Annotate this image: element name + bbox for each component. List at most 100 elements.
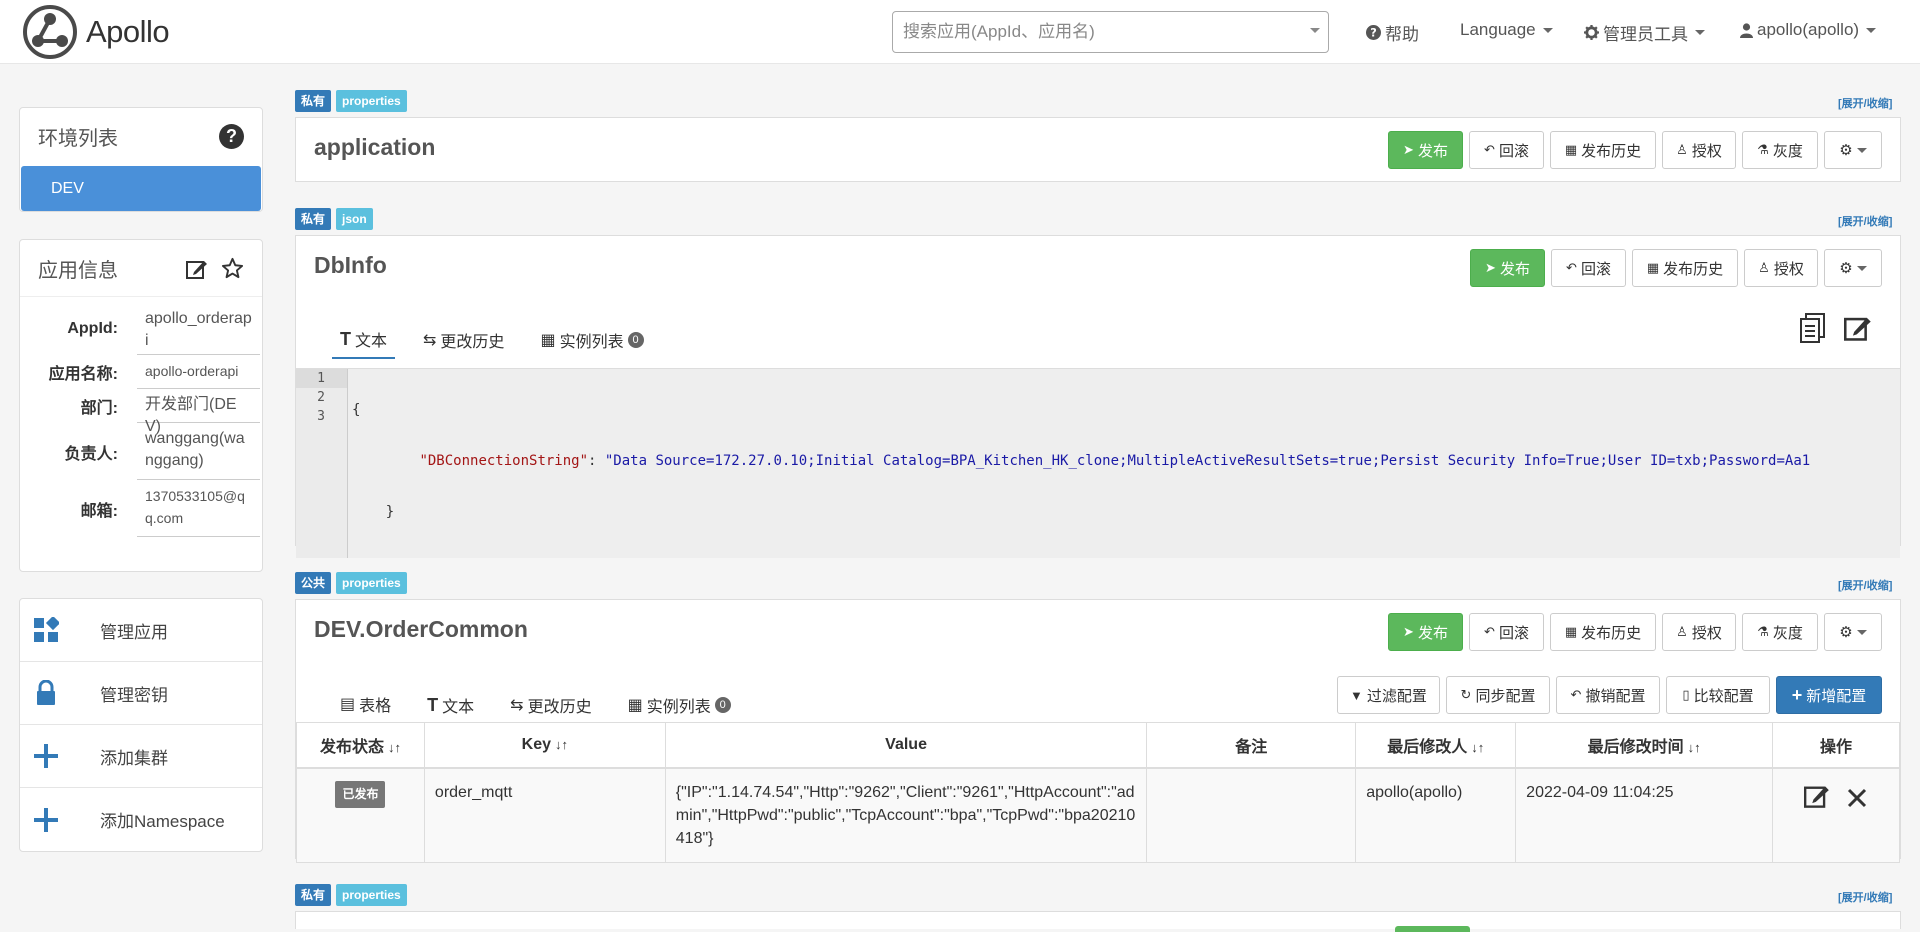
rollback-button[interactable]: ↶ 回滚	[1469, 131, 1544, 169]
app-search-input[interactable]	[893, 12, 1283, 52]
tab-change-history[interactable]: ⇆ 更改历史	[502, 692, 599, 724]
publish-history-label: 发布历史	[1581, 142, 1642, 160]
publish-history-button[interactable]: ▦ 发布历史	[1632, 249, 1738, 287]
user-dropdown[interactable]: apollo(apollo)	[1740, 20, 1877, 40]
menu-manage-secret[interactable]: 管理密钥	[20, 662, 262, 725]
tab-instance-list[interactable]: ▦ 实例列表 0	[620, 692, 739, 724]
compare-config-label: 比较配置	[1693, 687, 1754, 705]
star-favorite-icon[interactable]	[221, 257, 244, 280]
document-icon: ▯	[1682, 687, 1690, 702]
top-navbar: Apollo ? 帮助 Language 管理员工具 apollo(apollo…	[0, 0, 1920, 64]
expand-collapse-link[interactable]: [展开/收缩]	[1838, 95, 1892, 111]
editor-gutter: 1 2 3	[296, 369, 348, 558]
publish-button[interactable]: ➤ 发布	[1388, 613, 1463, 651]
gray-release-button[interactable]: ⚗ 灰度	[1742, 131, 1818, 169]
namespace-actions: ➤ 发布 ↶ 回滚 ▦ 发布历史 ♙ 授权 ⚗ 灰度 ⚙	[1388, 613, 1882, 651]
undo-icon: ↶	[1566, 260, 1577, 275]
tab-text-label: 文本	[442, 699, 475, 716]
menu-manage-app[interactable]: 管理应用	[20, 599, 262, 662]
user-caret-icon	[1866, 27, 1877, 33]
dept-label: 部门:	[80, 400, 118, 417]
add-config-label: 新增配置	[1806, 687, 1867, 705]
tab-instance-list[interactable]: ▦ 实例列表 0	[532, 327, 651, 359]
add-config-button[interactable]: + 新增配置	[1776, 676, 1882, 714]
edit-row-icon[interactable]	[1803, 783, 1830, 809]
authorize-button[interactable]: ♙ 授权	[1744, 249, 1818, 287]
sort-icon: ↓↑	[1687, 739, 1701, 755]
expand-collapse-link[interactable]: [展开/收缩]	[1838, 889, 1892, 905]
gray-release-button[interactable]: ⚗ 灰度	[1742, 613, 1818, 651]
app-actions-menu: 管理应用 管理密钥 添加集群 添加Namespace	[19, 598, 263, 852]
rollback-label: 回滚	[1580, 260, 1611, 278]
namespace-actions: ➤ 发布 ↶ 回滚 ▦ 发布历史 ♙ 授权 ⚙	[1470, 249, 1882, 287]
table-icon: ▤	[340, 696, 356, 713]
compare-config-button[interactable]: ▯ 比较配置	[1666, 676, 1770, 714]
help-link[interactable]: ? 帮助	[1366, 20, 1419, 45]
json-key: "DBConnectionString"	[419, 453, 589, 469]
col-header-key[interactable]: Key ↓↑	[423, 722, 666, 769]
col-header-modifier[interactable]: 最后修改人 ↓↑	[1355, 722, 1517, 769]
settings-dropdown-button[interactable]: ⚙	[1824, 131, 1882, 169]
scope-tag: 私有	[295, 884, 332, 906]
gray-release-label: 灰度	[1772, 142, 1803, 160]
tab-text[interactable]: T 文本	[419, 692, 482, 724]
menu-add-namespace[interactable]: 添加Namespace	[20, 788, 262, 851]
expand-collapse-link[interactable]: [展开/收缩]	[1838, 577, 1892, 593]
settings-dropdown-button[interactable]: ⚙	[1824, 613, 1882, 651]
col-header-status[interactable]: 发布状态 ↓↑	[296, 722, 425, 769]
namespace-actions: ➤ 发布 ↶ 回滚 ▦ 发布历史 ♙ 授权 ⚗ 灰度 ⚙	[1388, 131, 1882, 169]
grid-icon: ▦	[627, 697, 643, 714]
tab-table[interactable]: ▤ 表格	[332, 692, 400, 724]
publish-history-button[interactable]: ▦ 发布历史	[1550, 613, 1656, 651]
revoke-config-button[interactable]: ↶ 撤销配置	[1556, 676, 1660, 714]
appid-label: AppId:	[67, 320, 118, 337]
plus-icon: +	[1791, 684, 1803, 705]
authorize-button[interactable]: ♙ 授权	[1662, 613, 1736, 651]
text-icon: T	[427, 694, 439, 715]
email-value: 1370533105@qq.com	[137, 480, 260, 537]
namespace-panel-ordercommon: DEV.OrderCommon ➤ 发布 ↶ 回滚 ▦ 发布历史 ♙ 授权 ⚗ 灰度 ⚙ …	[295, 599, 1901, 863]
tab-text[interactable]: T 文本	[332, 327, 396, 359]
publish-history-button[interactable]: ▦ 发布历史	[1550, 131, 1656, 169]
delete-row-icon[interactable]	[1846, 787, 1868, 809]
filter-config-button[interactable]: ▼ 过滤配置	[1337, 676, 1440, 714]
edit-app-icon[interactable]	[186, 258, 208, 280]
caret-down-icon	[1856, 147, 1867, 153]
language-dropdown[interactable]: Language	[1460, 20, 1553, 40]
app-search-box[interactable]	[892, 11, 1329, 53]
namespace-tabs: T 文本 ⇆ 更改历史 ▦ 实例列表 0	[332, 327, 652, 359]
publish-history-label: 发布历史	[1581, 624, 1642, 642]
col-header-modified-time[interactable]: 最后修改时间 ↓↑	[1515, 722, 1773, 769]
sync-config-button[interactable]: ↻ 同步配置	[1446, 676, 1550, 714]
publish-button[interactable]: ➤ 发布	[1470, 249, 1545, 287]
filter-config-label: 过滤配置	[1366, 687, 1427, 705]
json-code-editor[interactable]: 1 2 3 { "DBConnectionString": "Data Sour…	[296, 368, 1900, 558]
tab-change-history[interactable]: ⇆ 更改历史	[415, 327, 512, 359]
edit-text-icon[interactable]	[1844, 314, 1872, 342]
calendar-icon: ▦	[1564, 624, 1578, 639]
menu-add-cluster[interactable]: 添加集群	[20, 725, 262, 788]
app-name-value: apollo-orderapi	[137, 355, 260, 389]
expand-collapse-link[interactable]: [展开/收缩]	[1838, 213, 1892, 229]
search-dropdown-caret-icon[interactable]	[1310, 28, 1320, 33]
line-number: 1	[296, 369, 347, 388]
gear-icon: ⚙	[1839, 260, 1853, 277]
menu-add-cluster-label: 添加集群	[100, 748, 168, 768]
instance-count-badge: 0	[627, 332, 644, 348]
namespace-panel-dbinfo: DbInfo ➤ 发布 ↶ 回滚 ▦ 发布历史 ♙ 授权 ⚙ T 文本 ⇆ 更改历史 ▦ 实例…	[295, 235, 1901, 558]
rollback-button[interactable]: ↶ 回滚	[1469, 613, 1544, 651]
env-item-dev[interactable]: DEV	[21, 166, 261, 211]
authorize-button[interactable]: ♙ 授权	[1662, 131, 1736, 169]
line-number: 2	[317, 390, 325, 405]
publish-button[interactable]: ➤ 发布	[1388, 131, 1463, 169]
admin-tools-caret-icon	[1695, 30, 1705, 35]
apollo-logo[interactable]: Apollo	[18, 4, 170, 60]
json-value: "Data Source=172.27.0.10;Initial Catalog…	[604, 453, 1811, 469]
env-help-icon[interactable]: ?	[219, 124, 244, 149]
publish-button-partial[interactable]	[1395, 926, 1470, 932]
rollback-button[interactable]: ↶ 回滚	[1551, 249, 1626, 287]
settings-dropdown-button[interactable]: ⚙	[1824, 249, 1882, 287]
copy-document-icon[interactable]	[1799, 313, 1827, 343]
admin-tools-dropdown[interactable]: 管理员工具	[1584, 20, 1705, 45]
table-toolbar: ▼ 过滤配置 ↻ 同步配置 ↶ 撤销配置 ▯ 比较配置 + 新增配置	[1337, 676, 1882, 714]
